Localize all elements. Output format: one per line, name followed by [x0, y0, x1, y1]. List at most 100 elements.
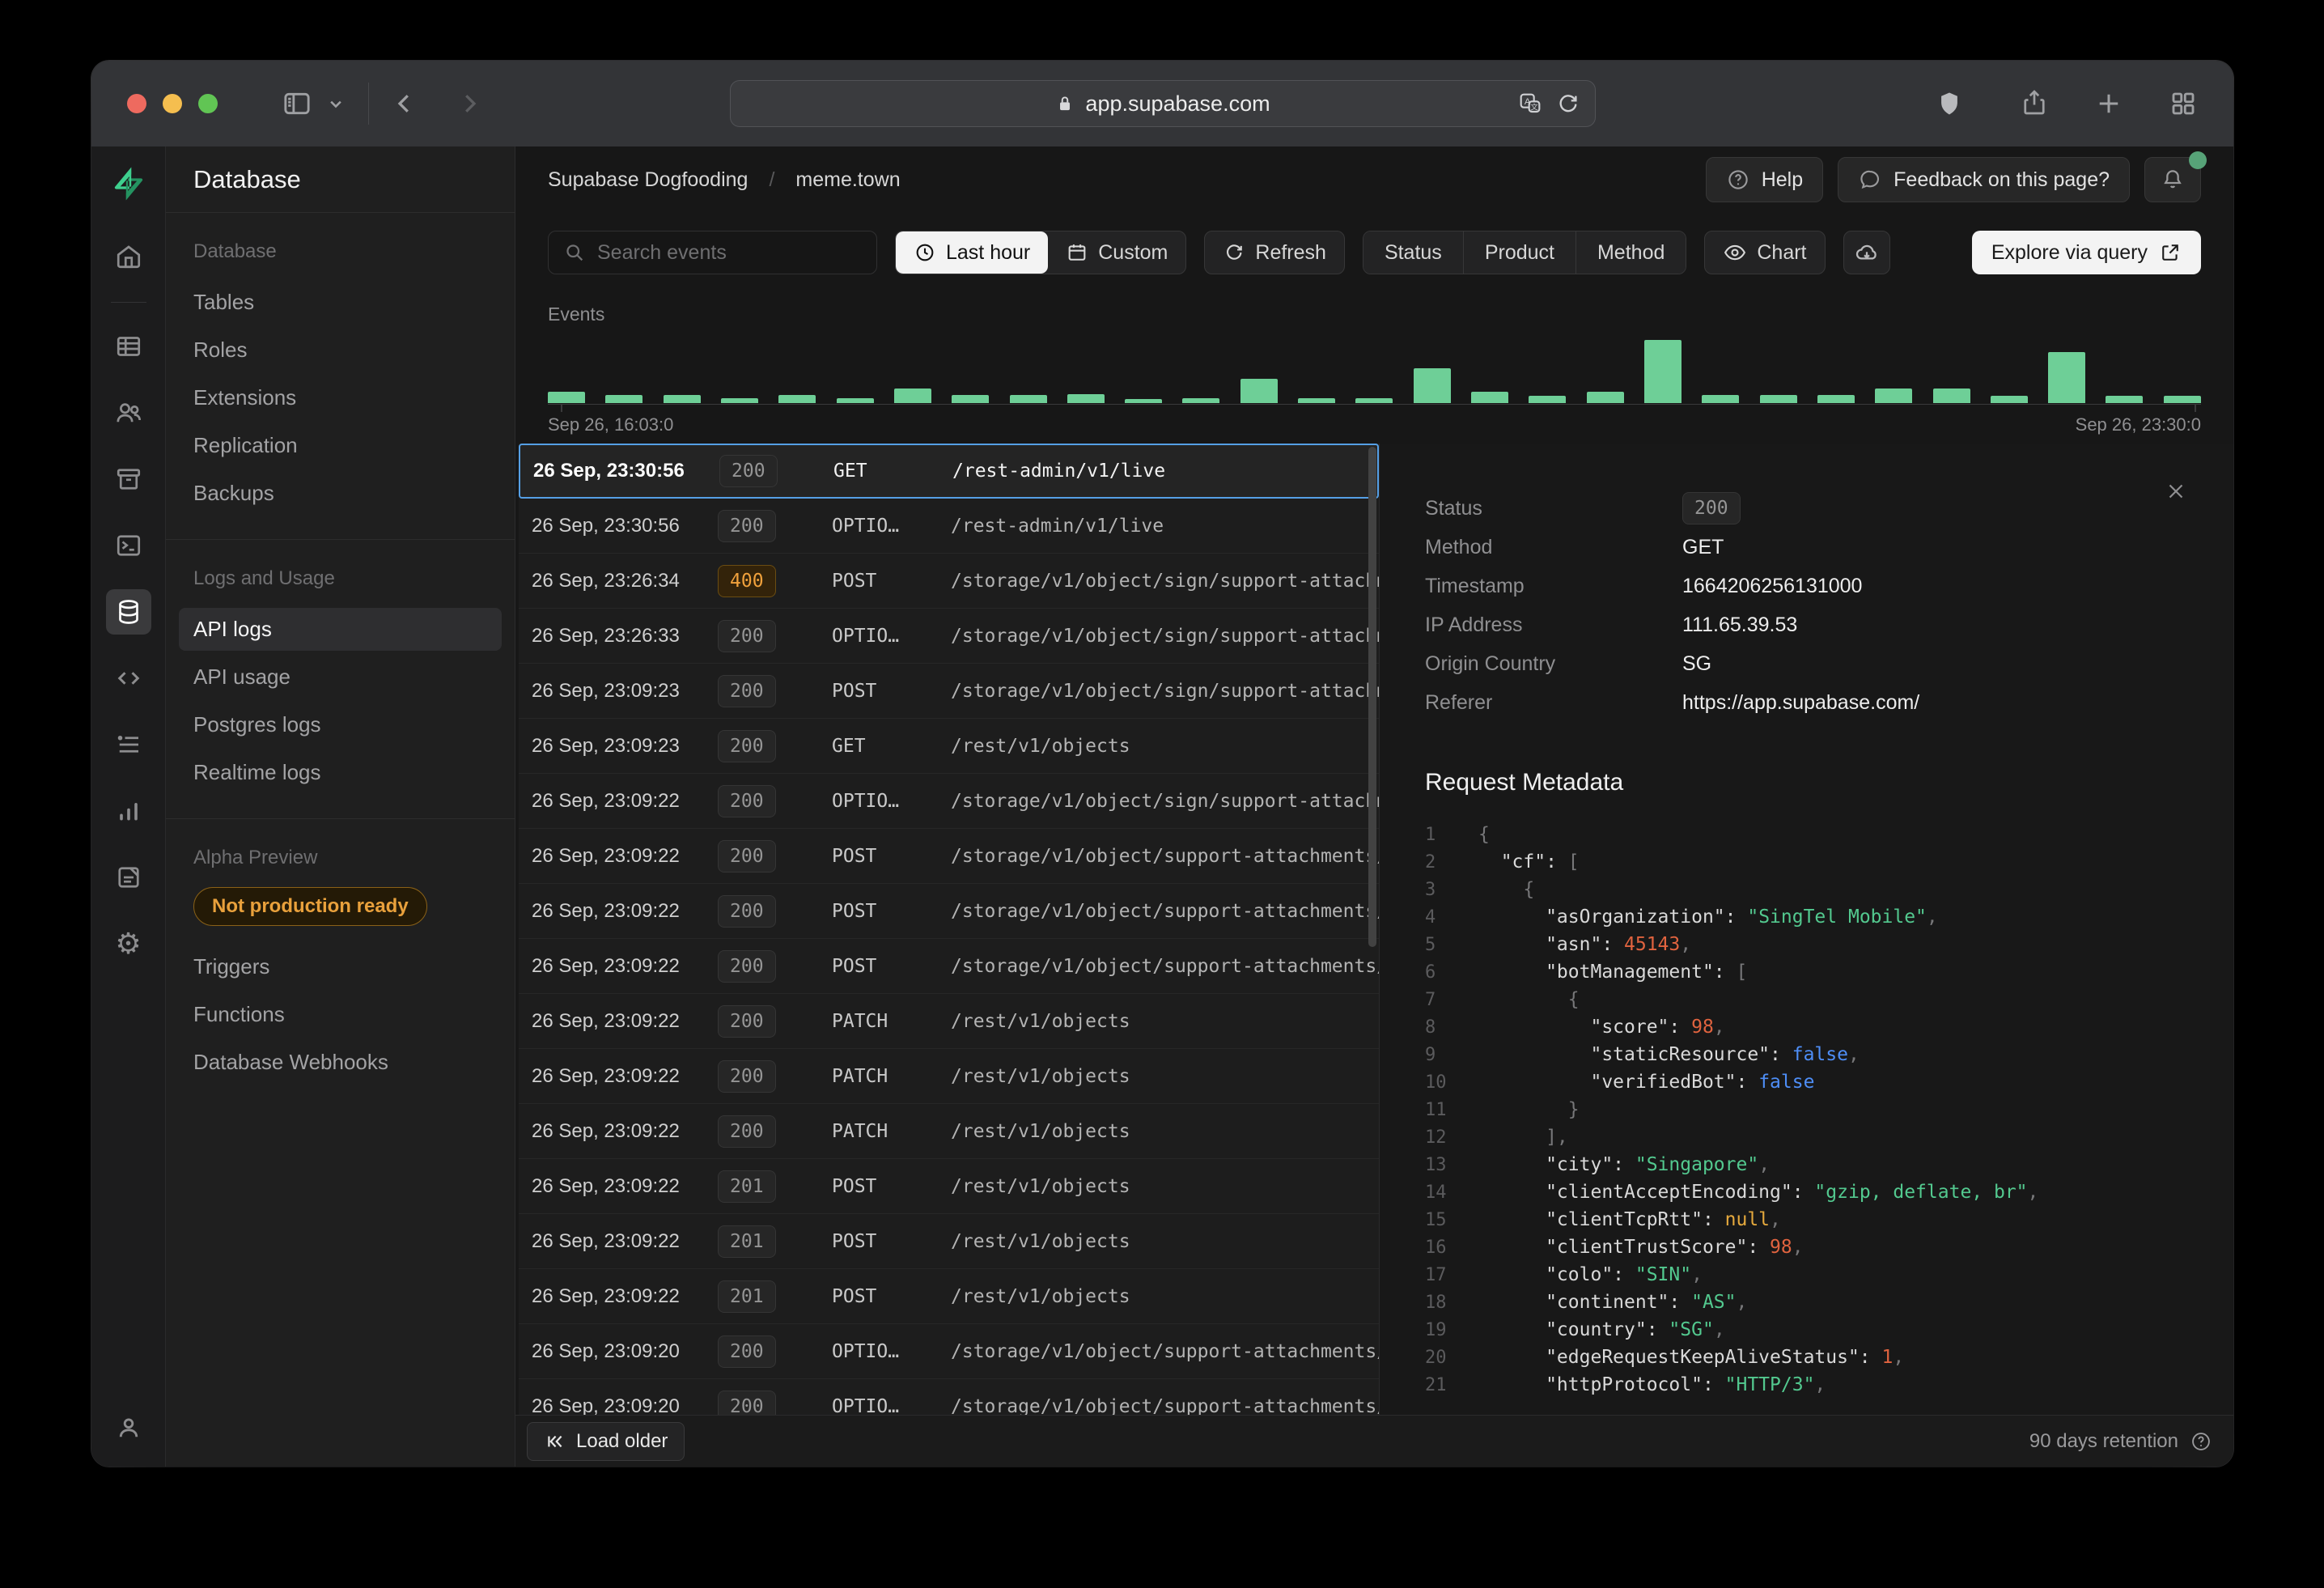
menu-item-functions[interactable]: Functions	[179, 993, 502, 1036]
logs-explorer-icon[interactable]	[106, 722, 151, 767]
chart-bar-18[interactable]	[1587, 392, 1624, 403]
chart-bar-27[interactable]	[2106, 396, 2143, 403]
filter-status-button[interactable]: Status	[1363, 231, 1463, 274]
sql-editor-icon[interactable]	[106, 523, 151, 568]
log-row[interactable]: 26 Sep, 23:09:23200GET/rest/v1/objects	[519, 719, 1379, 774]
minimize-window-button[interactable]	[163, 94, 182, 113]
auth-users-icon[interactable]	[106, 390, 151, 435]
new-tab-icon[interactable]	[2094, 89, 2123, 118]
close-icon[interactable]	[2164, 479, 2188, 503]
chart-bar-9[interactable]	[1067, 394, 1105, 403]
chart-bar-19[interactable]	[1644, 340, 1682, 403]
settings-gear-icon[interactable]: ⚙	[106, 921, 151, 966]
api-docs-icon[interactable]	[106, 656, 151, 701]
log-row[interactable]: 26 Sep, 23:09:22200PATCH/rest/v1/objects	[519, 1104, 1379, 1159]
database-icon[interactable]	[106, 589, 151, 635]
chart-bar-5[interactable]	[837, 398, 874, 403]
chart-bar-12[interactable]	[1240, 379, 1278, 403]
chart-bar-13[interactable]	[1298, 398, 1335, 403]
menu-item-extensions[interactable]: Extensions	[179, 376, 502, 419]
share-icon[interactable]	[2020, 89, 2049, 118]
chart-toggle-button[interactable]: Chart	[1704, 231, 1825, 274]
breadcrumb-project[interactable]: meme.town	[795, 168, 900, 192]
privacy-shield-icon[interactable]	[1936, 90, 1963, 117]
menu-item-roles[interactable]: Roles	[179, 329, 502, 372]
load-older-button[interactable]: Load older	[527, 1422, 685, 1461]
menu-item-api-logs[interactable]: API logs	[179, 608, 502, 651]
chart-bar-10[interactable]	[1125, 399, 1162, 403]
log-row[interactable]: 26 Sep, 23:09:22201POST/rest/v1/objects	[519, 1159, 1379, 1214]
notifications-button[interactable]	[2144, 157, 2201, 202]
chart-bar-3[interactable]	[721, 398, 758, 403]
storage-icon[interactable]	[106, 456, 151, 502]
log-row[interactable]: 26 Sep, 23:09:22200POST/storage/v1/objec…	[519, 829, 1379, 884]
chart-bar-4[interactable]	[778, 395, 816, 403]
log-row[interactable]: 26 Sep, 23:26:34400POST/storage/v1/objec…	[519, 554, 1379, 609]
chart-bar-24[interactable]	[1933, 389, 1970, 403]
chart-bar-25[interactable]	[1991, 396, 2028, 403]
docs-file-icon[interactable]	[106, 855, 151, 900]
search-input[interactable]	[597, 241, 862, 265]
cloud-download-button[interactable]	[1843, 231, 1890, 274]
back-icon[interactable]	[390, 89, 419, 118]
last-hour-button[interactable]: Last hour	[896, 231, 1048, 274]
log-row[interactable]: 26 Sep, 23:09:22200PATCH/rest/v1/objects	[519, 1049, 1379, 1104]
reports-icon[interactable]	[106, 788, 151, 834]
log-row[interactable]: 26 Sep, 23:09:22200POST/storage/v1/objec…	[519, 884, 1379, 939]
reload-icon[interactable]	[1556, 91, 1580, 116]
chart-bar-17[interactable]	[1529, 396, 1566, 403]
table-editor-icon[interactable]	[106, 324, 151, 369]
chart-bar-20[interactable]	[1702, 395, 1739, 403]
chart-bar-2[interactable]	[664, 395, 701, 403]
menu-item-replication[interactable]: Replication	[179, 424, 502, 467]
account-user-icon[interactable]	[106, 1405, 151, 1450]
log-row[interactable]: 26 Sep, 23:09:22201POST/rest/v1/objects	[519, 1214, 1379, 1269]
chart-bar-22[interactable]	[1817, 395, 1855, 403]
menu-item-backups[interactable]: Backups	[179, 472, 502, 515]
menu-item-realtime-logs[interactable]: Realtime logs	[179, 751, 502, 794]
filter-method-button[interactable]: Method	[1575, 231, 1686, 274]
menu-item-postgres-logs[interactable]: Postgres logs	[179, 703, 502, 746]
help-button[interactable]: Help	[1706, 157, 1823, 202]
home-icon[interactable]	[106, 234, 151, 279]
log-row[interactable]: 26 Sep, 23:30:56200GET/rest-admin/v1/liv…	[519, 444, 1379, 499]
menu-item-database-webhooks[interactable]: Database Webhooks	[179, 1041, 502, 1084]
chart-bar-1[interactable]	[605, 395, 642, 403]
menu-item-api-usage[interactable]: API usage	[179, 656, 502, 698]
log-row[interactable]: 26 Sep, 23:09:22201POST/rest/v1/objects	[519, 1269, 1379, 1324]
log-row[interactable]: 26 Sep, 23:09:22200OPTIO…/storage/v1/obj…	[519, 774, 1379, 829]
log-row[interactable]: 26 Sep, 23:09:20200OPTIO…/storage/v1/obj…	[519, 1379, 1379, 1415]
chart-bar-14[interactable]	[1355, 398, 1393, 403]
tab-overview-icon[interactable]	[2169, 89, 2198, 118]
feedback-button[interactable]: Feedback on this page?	[1838, 157, 2130, 202]
filter-product-button[interactable]: Product	[1463, 231, 1575, 274]
close-window-button[interactable]	[127, 94, 146, 113]
menu-item-tables[interactable]: Tables	[179, 281, 502, 324]
explore-via-query-button[interactable]: Explore via query	[1972, 231, 2201, 274]
translate-icon[interactable]: A文	[1517, 91, 1543, 117]
help-circle-icon[interactable]	[2190, 1430, 2212, 1453]
log-row[interactable]: 26 Sep, 23:09:22200PATCH/rest/v1/objects	[519, 994, 1379, 1049]
chart-bar-0[interactable]	[548, 392, 585, 403]
table-scrollbar[interactable]	[1368, 447, 1376, 947]
address-bar[interactable]: app.supabase.com A文	[730, 80, 1596, 127]
menu-item-triggers[interactable]: Triggers	[179, 945, 502, 988]
log-row[interactable]: 26 Sep, 23:09:20200OPTIO…/storage/v1/obj…	[519, 1324, 1379, 1379]
chart-bar-8[interactable]	[1010, 395, 1047, 403]
log-row[interactable]: 26 Sep, 23:30:56200OPTIO…/rest-admin/v1/…	[519, 499, 1379, 554]
chevron-down-icon[interactable]	[324, 92, 347, 115]
chart-bar-15[interactable]	[1414, 368, 1451, 403]
log-row[interactable]: 26 Sep, 23:09:22200POST/storage/v1/objec…	[519, 939, 1379, 994]
chart-bar-26[interactable]	[2048, 352, 2085, 403]
zoom-window-button[interactable]	[198, 94, 218, 113]
forward-icon[interactable]	[455, 89, 484, 118]
chart-bar-16[interactable]	[1471, 392, 1508, 403]
search-events-field[interactable]	[548, 231, 877, 274]
supabase-logo-icon[interactable]	[109, 164, 148, 203]
log-row[interactable]: 26 Sep, 23:26:33200OPTIO…/storage/v1/obj…	[519, 609, 1379, 664]
chart-bar-11[interactable]	[1182, 398, 1219, 403]
custom-range-button[interactable]: Custom	[1048, 231, 1185, 274]
chart-bar-21[interactable]	[1760, 395, 1797, 403]
breadcrumb-org[interactable]: Supabase Dogfooding	[548, 168, 748, 192]
chart-bar-28[interactable]	[2164, 396, 2201, 403]
